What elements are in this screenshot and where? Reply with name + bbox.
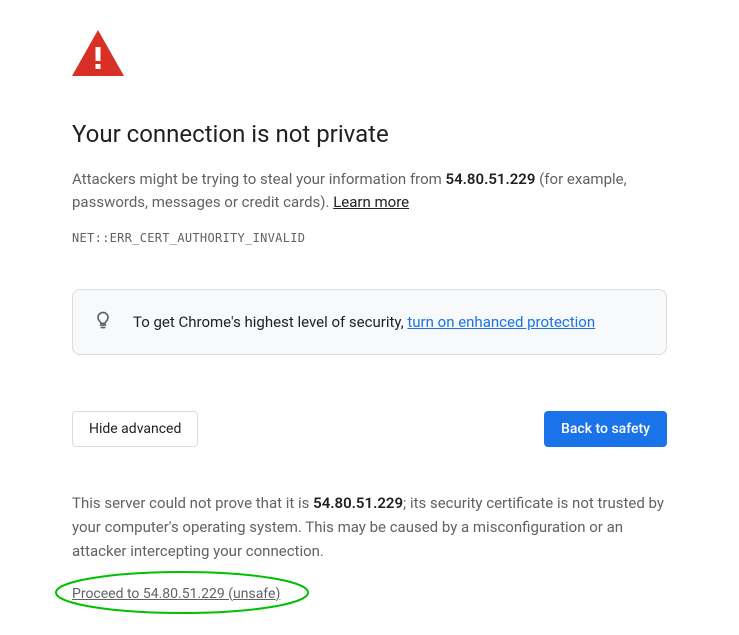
- hide-advanced-button[interactable]: Hide advanced: [72, 411, 198, 447]
- proceed-unsafe-link[interactable]: Proceed to 54.80.51.229 (unsafe): [72, 586, 280, 602]
- button-row: Hide advanced Back to safety: [72, 411, 667, 447]
- suggestion-prefix: To get Chrome's highest level of securit…: [133, 313, 407, 331]
- advanced-host: 54.80.51.229: [313, 494, 403, 512]
- suggestion-text: To get Chrome's highest level of securit…: [133, 313, 595, 331]
- warning-body: Attackers might be trying to steal your …: [72, 168, 667, 215]
- advanced-explanation: This server could not prove that it is 5…: [72, 491, 667, 563]
- error-code: NET::ERR_CERT_AUTHORITY_INVALID: [72, 231, 667, 245]
- warning-body-prefix: Attackers might be trying to steal your …: [72, 170, 446, 188]
- page-title: Your connection is not private: [72, 120, 667, 148]
- advanced-prefix: This server could not prove that it is: [72, 494, 313, 512]
- enhanced-protection-banner: To get Chrome's highest level of securit…: [72, 289, 667, 355]
- enhanced-protection-link[interactable]: turn on enhanced protection: [407, 313, 595, 331]
- lightbulb-icon: [93, 310, 113, 334]
- warning-body-host: 54.80.51.229: [446, 170, 536, 188]
- warning-icon: [72, 30, 667, 80]
- learn-more-link[interactable]: Learn more: [333, 193, 409, 211]
- back-to-safety-button[interactable]: Back to safety: [544, 411, 667, 447]
